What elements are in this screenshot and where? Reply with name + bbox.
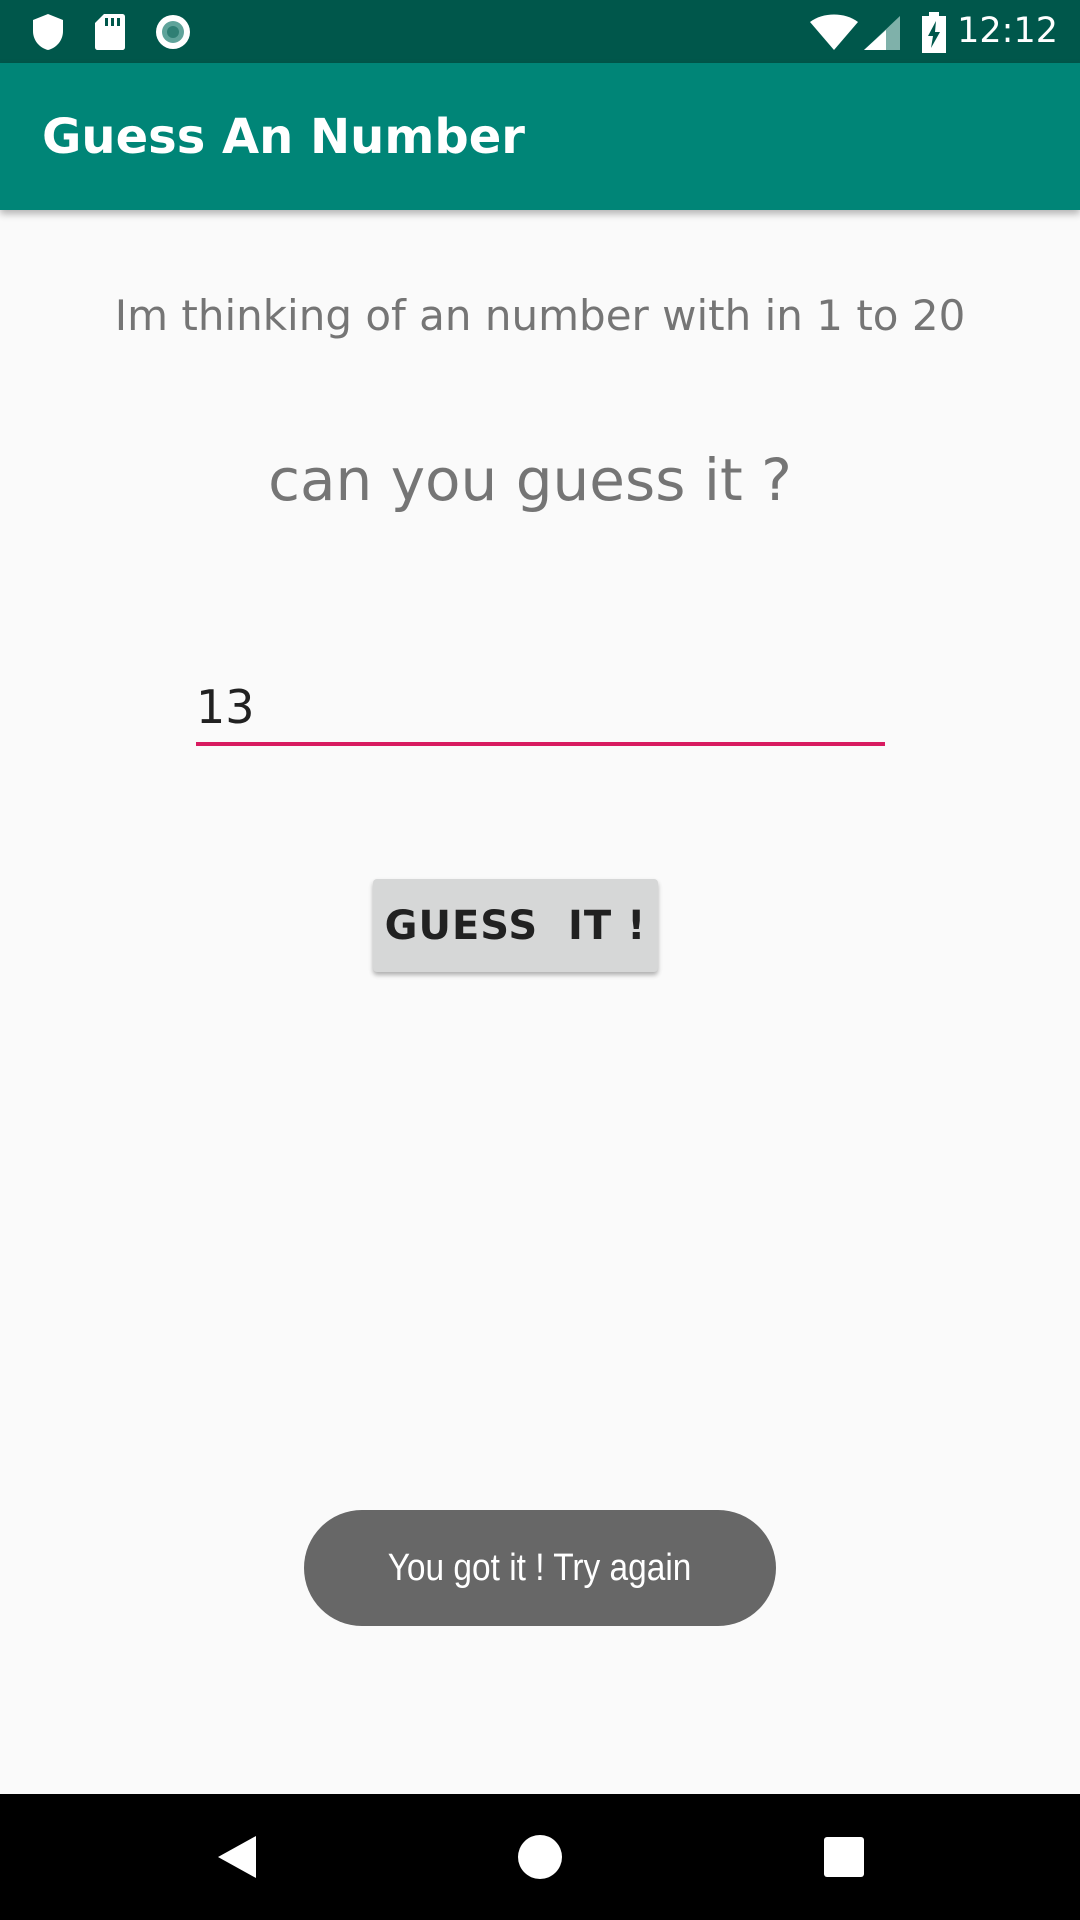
battery-charging-icon (920, 12, 948, 59)
guess-it-button[interactable]: GUESS IT ! (373, 879, 658, 972)
signal-icon (862, 14, 902, 57)
toast-text: You got it ! Try again (388, 1546, 692, 1589)
prompt-text: Im thinking of an number with in 1 to 20 (114, 291, 966, 340)
app-title: Guess An Number (42, 109, 525, 165)
recents-icon[interactable] (809, 1822, 879, 1892)
home-icon[interactable] (505, 1822, 575, 1892)
shield-icon (30, 12, 66, 57)
sd-card-icon (93, 12, 127, 57)
back-icon[interactable] (202, 1822, 272, 1892)
status-time: 12:12 (957, 11, 1058, 51)
wifi-icon (809, 14, 859, 57)
app-screen: 12:12 Guess An Number Im thinking of an … (0, 0, 1080, 1920)
record-icon (153, 12, 193, 57)
app-bar: Guess An Number (0, 63, 1080, 210)
question-text: can you guess it ? (268, 446, 792, 514)
status-bar: 12:12 (0, 0, 1080, 63)
navigation-bar (0, 1794, 1080, 1920)
toast-message: You got it ! Try again (304, 1510, 776, 1626)
guess-number-input[interactable] (196, 672, 885, 746)
